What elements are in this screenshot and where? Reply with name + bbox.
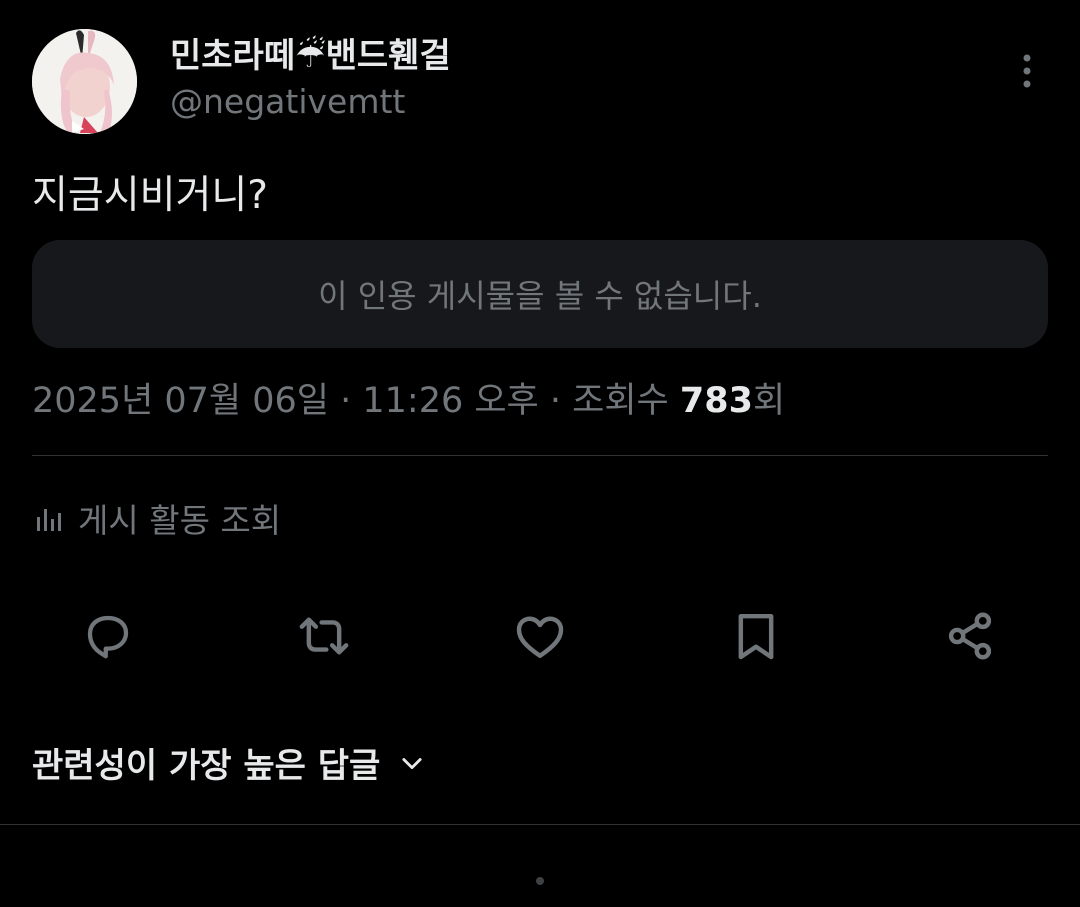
repost-button[interactable] xyxy=(296,608,352,664)
author-display-name[interactable]: 민초라떼☔밴드휀걸 xyxy=(170,28,451,77)
view-count-suffix: 회 xyxy=(752,381,786,421)
quote-unavailable-text: 이 인용 게시물을 볼 수 없습니다. xyxy=(318,277,762,315)
replies-sort-dropdown[interactable]: 관련성이 가장 높은 답글 xyxy=(32,738,426,787)
bookmark-icon xyxy=(738,613,774,660)
tweet-meta: 2025년 07월 06일 · 11:26 오후 · 조회수 783회 xyxy=(32,372,785,423)
more-options-icon[interactable] xyxy=(1010,52,1044,92)
share-icon xyxy=(948,612,992,660)
loading-indicator xyxy=(536,877,544,885)
tweet-timestamp[interactable]: 2025년 07월 06일 · 11:26 오후 · 조회수 xyxy=(32,381,680,421)
replies-sort-label: 관련성이 가장 높은 답글 xyxy=(32,746,381,786)
post-activity-label: 게시 활동 조회 xyxy=(78,501,282,540)
share-button[interactable] xyxy=(942,608,998,664)
post-activity-link[interactable]: 게시 활동 조회 xyxy=(32,494,281,542)
chevron-down-icon xyxy=(402,757,422,769)
quote-unavailable-box: 이 인용 게시물을 볼 수 없습니다. xyxy=(32,240,1048,348)
divider xyxy=(0,824,1080,825)
like-button[interactable] xyxy=(512,608,568,664)
author-handle[interactable]: @negativemtt xyxy=(170,82,405,121)
reply-icon xyxy=(87,615,129,659)
divider xyxy=(32,455,1048,456)
avatar[interactable] xyxy=(32,29,137,134)
reply-button[interactable] xyxy=(80,608,136,664)
view-count: 783 xyxy=(679,381,753,421)
avatar-image xyxy=(32,29,137,134)
tweet-text: 지금시비거니? xyxy=(32,173,268,218)
bookmark-button[interactable] xyxy=(728,608,784,664)
heart-icon xyxy=(516,616,564,659)
analytics-icon xyxy=(37,509,61,531)
repost-icon xyxy=(299,617,349,655)
